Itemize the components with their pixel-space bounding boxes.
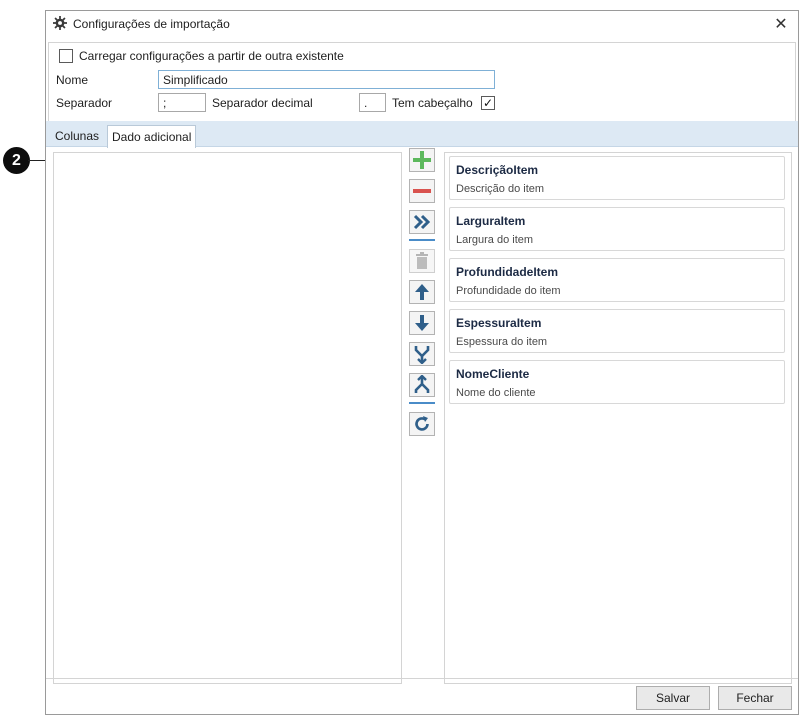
field-description: Descrição do item xyxy=(456,183,545,195)
import-settings-dialog: Configurações de importação ✕ Carregar c… xyxy=(45,10,799,715)
save-button[interactable]: Salvar xyxy=(636,686,710,710)
merge-button[interactable] xyxy=(409,342,435,366)
list-item[interactable]: NomeCliente Nome do cliente xyxy=(449,360,785,404)
separator-input[interactable] xyxy=(158,93,206,112)
available-fields-list: DescriçãoItem Descrição do item LarguraI… xyxy=(444,152,792,684)
name-label: Nome xyxy=(56,73,89,87)
field-name: LarguraItem xyxy=(456,214,526,228)
field-name: NomeCliente xyxy=(456,367,530,381)
toolbar-separator-2 xyxy=(409,402,435,404)
has-header-checkbox[interactable]: ✓ xyxy=(481,96,495,110)
load-existing-label: Carregar configurações a partir de outra… xyxy=(79,49,344,63)
field-name: ProfundidadeItem xyxy=(456,265,559,279)
toolbar-separator xyxy=(409,239,435,241)
split-button[interactable] xyxy=(409,373,435,397)
add-icon xyxy=(413,151,431,169)
callout-marker: 2 xyxy=(3,147,30,174)
close-dialog-button[interactable]: Fechar xyxy=(718,686,792,710)
tab-dado-adicional[interactable]: Dado adicional xyxy=(107,125,197,148)
delete-button[interactable] xyxy=(409,249,435,273)
title-bar: Configurações de importação ✕ xyxy=(46,11,798,37)
delete-icon xyxy=(416,252,428,269)
merge-icon xyxy=(414,346,430,364)
remove-button[interactable] xyxy=(409,179,435,203)
checkmark-icon: ✓ xyxy=(482,96,494,110)
remove-icon xyxy=(413,189,431,193)
move-all-button[interactable] xyxy=(409,210,435,234)
footer-divider xyxy=(46,678,798,679)
selected-fields-list[interactable] xyxy=(53,152,402,684)
settings-form: Carregar configurações a partir de outra… xyxy=(48,42,796,122)
split-icon xyxy=(414,375,430,393)
field-name: DescriçãoItem xyxy=(456,163,539,177)
window-title: Configurações de importação xyxy=(73,17,230,31)
move-down-button[interactable] xyxy=(409,311,435,335)
close-button[interactable]: ✕ xyxy=(770,13,792,35)
tab-colunas[interactable]: Colunas xyxy=(51,125,103,147)
tab-strip: Colunas Dado adicional xyxy=(46,121,798,148)
gear-icon xyxy=(53,16,67,30)
decimal-separator-label: Separador decimal xyxy=(212,96,313,110)
field-description: Nome do cliente xyxy=(456,387,536,399)
field-description: Espessura do item xyxy=(456,336,548,348)
field-description: Profundidade do item xyxy=(456,285,561,297)
separator-label: Separador xyxy=(56,96,113,110)
list-item[interactable]: EspessuraItem Espessura do item xyxy=(449,309,785,353)
has-header-label: Tem cabeçalho xyxy=(392,96,473,110)
move-down-icon xyxy=(415,315,429,331)
field-description: Largura do item xyxy=(456,234,534,246)
list-item[interactable]: LarguraItem Largura do item xyxy=(449,207,785,251)
decimal-separator-input[interactable] xyxy=(359,93,386,112)
name-input[interactable] xyxy=(158,70,495,89)
refresh-button[interactable] xyxy=(409,412,435,436)
add-button[interactable] xyxy=(409,148,435,172)
load-existing-checkbox[interactable] xyxy=(59,49,73,63)
move-up-button[interactable] xyxy=(409,280,435,304)
refresh-icon xyxy=(415,416,429,431)
move-up-icon xyxy=(415,284,429,300)
move-all-icon xyxy=(413,214,431,230)
close-icon: ✕ xyxy=(774,16,788,33)
list-item[interactable]: ProfundidadeItem Profundidade do item xyxy=(449,258,785,302)
field-name: EspessuraItem xyxy=(456,316,542,330)
list-item[interactable]: DescriçãoItem Descrição do item xyxy=(449,156,785,200)
